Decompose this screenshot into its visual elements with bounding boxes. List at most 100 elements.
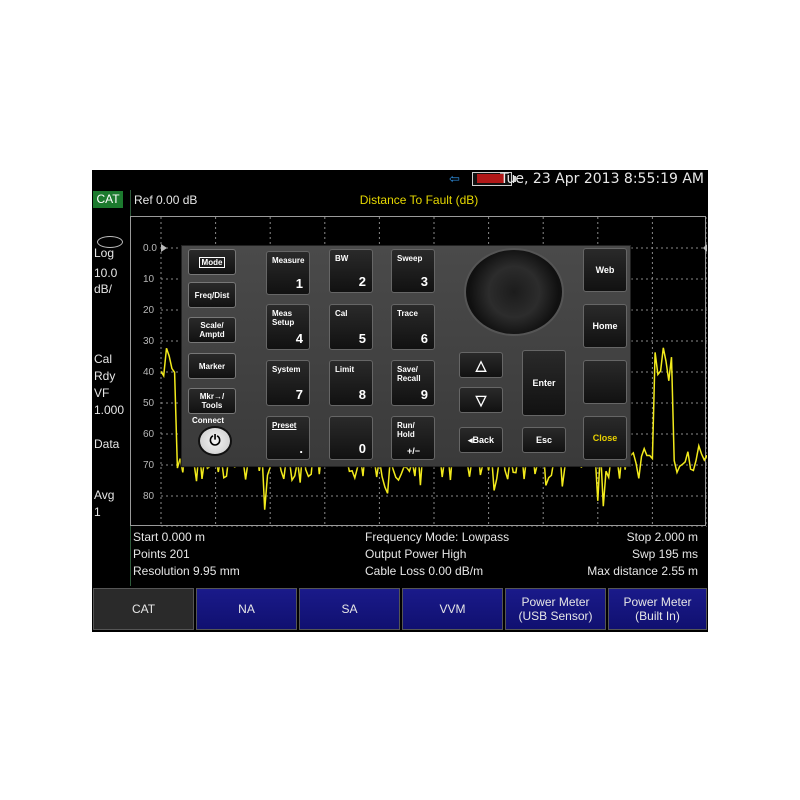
key-label-line: Run/ [397,421,415,430]
scale-amptd-key[interactable]: Scale/Amptd [188,317,236,343]
y-tick-label: 30 [143,336,155,347]
key-number: 6 [420,331,428,346]
key-label: Trace [397,309,418,318]
key-label: Tools [201,401,223,410]
y-tick-label: 80 [143,491,155,502]
resolution: Resolution 9.95 mm [133,564,240,578]
left-status-panel: Log 10.0 dB/ Cal Rdy VF 1.000 Data Avg 1 [92,190,131,586]
close-key[interactable]: Close [583,416,627,460]
softkey-label: (USB Sensor) [518,609,593,623]
key-label: Scale/ [200,321,224,330]
blank-key[interactable] [583,360,627,404]
cal-status: Rdy [94,369,116,383]
key-number: 9 [420,387,428,402]
key-label: Meas Setup [272,309,294,327]
measure-key[interactable]: Measure 1 [266,251,310,295]
points: Points 201 [133,547,190,561]
meas-setup-key[interactable]: Meas Setup 4 [266,304,310,350]
scale-value: 10.0 [94,266,118,280]
key-label: Run/Hold [397,421,415,439]
mkr-tools-key[interactable]: Mkr→/Tools [188,388,236,414]
key-label: Sweep [397,254,423,263]
virtual-keypad: Mode Freq/Dist Scale/Amptd Marker Mkr→/T… [181,245,631,467]
rotary-knob[interactable] [464,248,564,336]
measurement-info: Start 0.000 m Points 201 Resolution 9.95… [130,526,708,586]
key-number: . [299,441,303,456]
key-label: Amptd [199,330,225,339]
key-label: System [272,365,301,374]
run-hold-key[interactable]: Run/Hold +/− [391,416,435,460]
status-bar: ⇦ Tue, 23 Apr 2013 8:55:19 AM [92,170,708,190]
back-key[interactable]: ◂Back [459,427,503,453]
measurement-title: Distance To Fault (dB) [359,193,479,207]
y-tick-label: 50 [143,398,155,409]
softkey-power-meter-builtin[interactable]: Power Meter (Built In) [608,588,707,630]
softkey-label: Power Meter [623,595,692,609]
key-label: Home [592,321,618,331]
avg-label: Avg [94,488,115,502]
scale-unit: dB/ [94,282,113,296]
key-label: Enter [532,378,556,388]
enter-key[interactable]: Enter [522,350,566,416]
key-label: Limit [335,365,355,374]
key-label: Preset [272,421,297,430]
softkey-label: Power Meter [521,595,590,609]
marker-key[interactable]: Marker [188,353,236,379]
y-tick-label: 40 [143,367,155,378]
reference-marker [703,244,707,252]
mode-badge: CAT [93,191,123,208]
zero-key[interactable]: 0 [329,416,373,460]
y-tick-label: 0.0 [143,243,157,254]
softkey-cat[interactable]: CAT [93,588,194,630]
cal-label: Cal [94,352,113,366]
web-key[interactable]: Web [583,248,627,292]
key-label: Measure [272,256,305,265]
power-button[interactable]: ⏻ [198,426,232,456]
trace-key[interactable]: Trace 6 [391,304,435,350]
freq-dist-key[interactable]: Freq/Dist [188,282,236,308]
sweep-key[interactable]: Sweep 3 [391,249,435,293]
avg-value: 1 [94,505,101,519]
key-label-line: Save/ [397,365,418,374]
mode-key[interactable]: Mode [188,249,236,275]
key-number: 2 [358,274,366,289]
data-label: Data [94,437,120,451]
preset-key[interactable]: Preset. [266,416,310,460]
key-label: Save/Recall [397,365,421,383]
key-number: +/− [406,446,420,456]
system-key[interactable]: System 7 [266,360,310,406]
vf-label: VF [94,386,110,400]
softkey-power-meter-usb[interactable]: Power Meter (USB Sensor) [505,588,606,630]
softkey-label: (Built In) [635,609,680,623]
key-label: Mkr→/ [199,392,225,401]
y-tick-label: 10 [143,274,155,285]
home-key[interactable]: Home [583,304,627,348]
max-distance: Max distance 2.55 m [587,564,698,578]
up-arrow-key[interactable]: △ [459,352,503,378]
key-label: BW [335,254,349,263]
limit-key[interactable]: Limit 8 [329,360,373,406]
usb-icon: ⇦ [449,172,460,187]
stop-distance: Stop 2.000 m [626,530,698,544]
output-power: Output Power High [365,547,467,561]
key-number: 4 [295,331,303,346]
cal-key[interactable]: Cal 5 [329,304,373,350]
bw-key[interactable]: BW 2 [329,249,373,293]
key-number: 3 [420,274,428,289]
power-icon: ⏻ [209,433,221,449]
y-tick-label: 60 [143,429,155,440]
reference-marker [161,244,167,252]
key-number: 5 [358,331,366,346]
key-number: 8 [358,387,366,402]
cable-loss: Cable Loss 0.00 dB/m [365,564,484,578]
up-arrow-icon: △ [475,357,487,373]
instrument-screen: ⇦ Tue, 23 Apr 2013 8:55:19 AM Log 10.0 d… [92,170,708,632]
softkey-na[interactable]: NA [196,588,297,630]
softkey-sa[interactable]: SA [299,588,400,630]
softkey-vvm[interactable]: VVM [402,588,503,630]
save-recall-key[interactable]: Save/Recall 9 [391,360,435,406]
down-arrow-key[interactable]: ▽ [459,387,503,413]
esc-key[interactable]: Esc [522,427,566,453]
frequency-mode: Frequency Mode: Lowpass [365,530,510,544]
key-number: 7 [295,387,303,402]
